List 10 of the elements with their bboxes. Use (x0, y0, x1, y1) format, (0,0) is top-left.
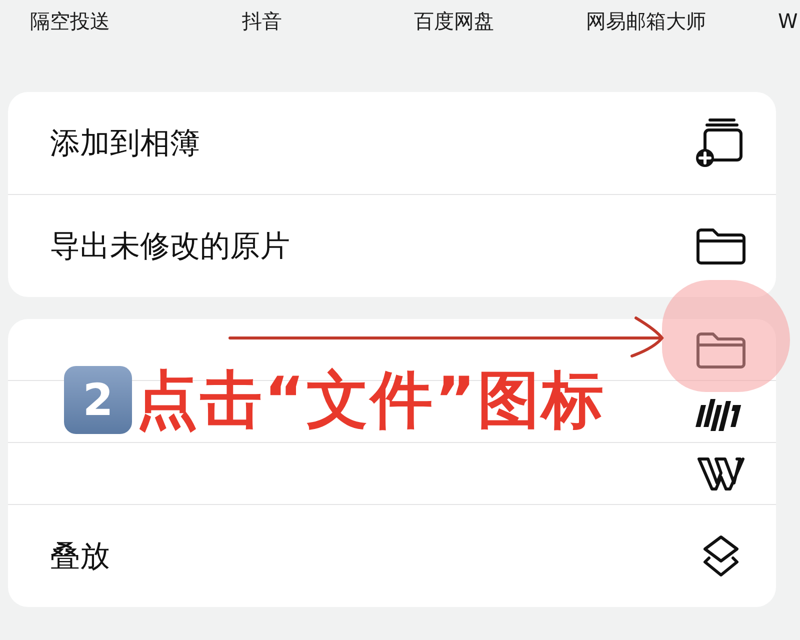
app-label[interactable]: 隔空投送 (0, 8, 166, 34)
app-label[interactable]: W (778, 9, 798, 33)
app-label[interactable]: 网易邮箱大师 (550, 8, 742, 34)
instruction-text: 点击“文件”图标 (136, 362, 606, 438)
action-label[interactable]: 添加到相簿 (50, 122, 200, 164)
app-label[interactable]: 抖音 (166, 8, 358, 34)
step-badge: 2 (64, 366, 132, 434)
app-label[interactable]: 百度网盘 (358, 8, 550, 34)
action-label[interactable]: 叠放 (50, 536, 110, 576)
action-label[interactable]: 导出未修改的原片 (50, 226, 290, 266)
